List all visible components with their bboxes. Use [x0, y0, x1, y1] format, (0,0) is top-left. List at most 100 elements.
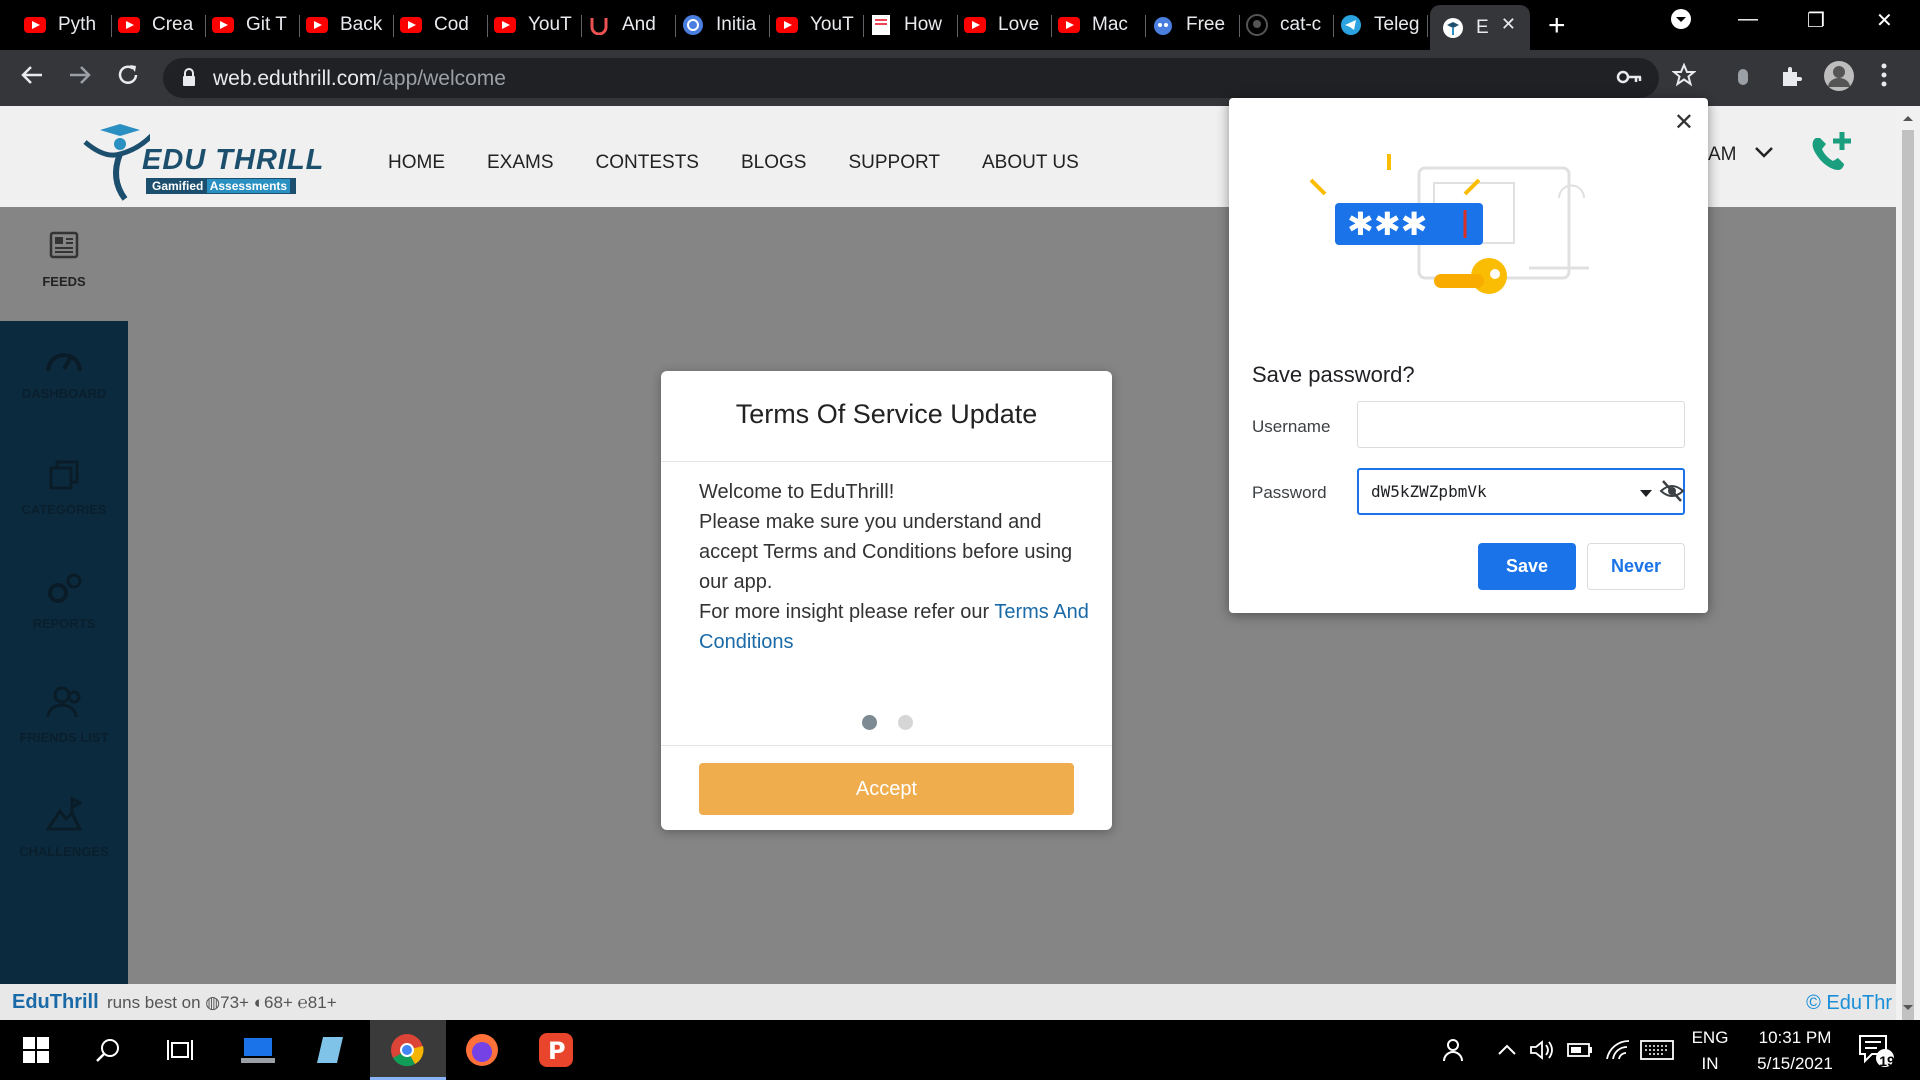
nav-home[interactable]: HOME	[388, 152, 445, 174]
keyboard-icon[interactable]	[1637, 1032, 1677, 1068]
user-menu-chevron-icon[interactable]	[1754, 146, 1774, 165]
browser-tab[interactable]: YouT	[488, 7, 582, 43]
browser-tab[interactable]: Initia	[676, 7, 770, 43]
close-window-button[interactable]: ✕	[1876, 8, 1893, 33]
browser-tab[interactable]: Teleg	[1334, 7, 1428, 43]
sidebar-item-dashboard[interactable]: DASHBOARD	[0, 345, 128, 401]
browser-tab[interactable]: Git T	[206, 7, 300, 43]
scrollbar-thumb[interactable]	[1902, 130, 1914, 1036]
reload-button[interactable]	[116, 63, 140, 94]
tab-search-icon[interactable]	[1670, 8, 1692, 36]
sidebar-feeds-area: FEEDS	[0, 207, 128, 321]
accept-button[interactable]: Accept	[699, 763, 1074, 815]
browser-tab[interactable]: Cod	[394, 7, 488, 43]
windows-start-icon[interactable]	[16, 1032, 56, 1068]
tab-label: Back	[340, 14, 383, 35]
more-menu-icon[interactable]	[1880, 62, 1888, 93]
password-dropdown-icon[interactable]	[1639, 486, 1653, 504]
modal-title: Terms Of Service Update	[735, 399, 1038, 429]
carousel-dot-active[interactable]	[862, 715, 877, 730]
browser-tab[interactable]: cat-c	[1240, 7, 1334, 43]
address-bar[interactable]: web.eduthrill.com/app/welcome	[163, 58, 1659, 98]
page-scrollbar[interactable]	[1896, 106, 1920, 1036]
browser-tab-strip: Pyth Crea Git T Back Cod YouT And Initia YouT How…	[0, 0, 1920, 50]
chrome-app-icon[interactable]	[387, 1032, 427, 1068]
eye-slash-icon[interactable]	[1659, 479, 1685, 508]
mountain-flag-icon	[45, 796, 84, 831]
sidebar-item-challenges[interactable]: CHALLENGES	[0, 796, 128, 859]
carousel-dot[interactable]	[898, 715, 913, 730]
terms-modal: Terms Of Service Update Welcome to EduTh…	[661, 371, 1112, 830]
telegram-icon	[1340, 14, 1362, 36]
nav-about-us[interactable]: ABOUT US	[982, 152, 1079, 174]
never-button[interactable]: Never	[1587, 543, 1685, 590]
browser-tab[interactable]: And	[582, 7, 676, 43]
firefox-icon: ◐	[253, 993, 264, 1012]
notepad-app-icon[interactable]	[310, 1032, 350, 1068]
youtube-icon	[118, 14, 140, 36]
forward-button[interactable]	[68, 63, 92, 94]
search-icon[interactable]	[88, 1032, 128, 1068]
browser-tab[interactable]: How	[864, 7, 958, 43]
psiphon-app-icon[interactable]: P	[536, 1032, 576, 1068]
volume-icon[interactable]	[1522, 1032, 1562, 1068]
puzzle-icon[interactable]	[1780, 64, 1804, 93]
scroll-down-icon[interactable]	[1896, 998, 1920, 1018]
edge-icon: ℮	[297, 993, 308, 1012]
scroll-up-icon[interactable]	[1896, 108, 1920, 128]
save-button[interactable]: Save	[1478, 543, 1576, 590]
clock[interactable]: 10:31 PM 5/15/2021	[1740, 1028, 1850, 1074]
youtube-icon	[964, 14, 986, 36]
firefox-app-icon[interactable]	[462, 1032, 502, 1068]
browser-tab[interactable]: Mac	[1052, 7, 1146, 43]
browser-tab[interactable]: Free	[1146, 7, 1240, 43]
nav-exams[interactable]: EXAMS	[487, 152, 554, 174]
password-field[interactable]	[1357, 468, 1685, 515]
battery-icon[interactable]	[1560, 1032, 1600, 1068]
tab-label: Pyth	[58, 14, 97, 35]
wifi-icon[interactable]	[1598, 1032, 1638, 1068]
modal-instruction-text: Please make sure you understand and acce…	[699, 511, 1073, 593]
url-text[interactable]: web.eduthrill.com/app/welcome	[213, 67, 506, 91]
phone-add-icon[interactable]	[1806, 130, 1854, 183]
key-icon[interactable]	[1616, 67, 1642, 92]
tab-active[interactable]: E ✕	[1430, 5, 1530, 50]
tab-label: Mac	[1092, 14, 1128, 35]
browser-tab[interactable]: Back	[300, 7, 394, 43]
username-field[interactable]	[1357, 401, 1685, 448]
bookmark-star-icon[interactable]	[1671, 62, 1697, 92]
sidebar-item-categories[interactable]: CATEGORIES	[0, 459, 128, 517]
tab-label: Initia	[716, 14, 757, 35]
tab-separator	[1427, 15, 1428, 37]
restore-button[interactable]: ❐	[1807, 8, 1825, 33]
browser-tab[interactable]: YouT	[770, 7, 864, 43]
language-indicator[interactable]: ENG IN	[1680, 1028, 1740, 1074]
profile-avatar[interactable]	[1823, 60, 1855, 97]
nav-support[interactable]: SUPPORT	[848, 152, 940, 174]
back-button[interactable]	[20, 63, 44, 94]
browser-tab[interactable]: Crea	[112, 7, 206, 43]
sidebar-item-reports[interactable]: REPORTS	[0, 571, 128, 631]
sidebar-item-feeds[interactable]: FEEDS	[0, 231, 128, 289]
eduthrill-logo[interactable]: EDU THRILL Gamified Assessments	[80, 124, 330, 201]
sidebar: DASHBOARD CATEGORIES REPORTS FRIENDS LIS…	[0, 321, 128, 984]
nav-contests[interactable]: CONTESTS	[596, 152, 699, 174]
extension-icon[interactable]	[1736, 65, 1750, 92]
tab-label: Crea	[152, 14, 194, 35]
user-name-fragment[interactable]: AM	[1708, 144, 1737, 166]
save-password-bubble: ✕ ✱✱✱ Save password? Username Password S…	[1229, 98, 1708, 613]
close-icon[interactable]: ✕	[1674, 108, 1694, 137]
sidebar-item-friends[interactable]: FRIENDS LIST	[0, 685, 128, 745]
sidebar-dashboard-label: DASHBOARD	[21, 386, 107, 401]
people-icon[interactable]	[1434, 1032, 1474, 1068]
tray-chevron-up-icon[interactable]	[1487, 1032, 1527, 1068]
nav-blogs[interactable]: BLOGS	[741, 152, 806, 174]
minimize-button[interactable]: —	[1738, 8, 1758, 31]
new-tab-button[interactable]: +	[1548, 9, 1566, 43]
browser-tab[interactable]: Love	[958, 7, 1052, 43]
browser-tab[interactable]: Pyth	[18, 7, 112, 43]
lock-icon[interactable]	[181, 67, 197, 92]
computer-app-icon[interactable]	[238, 1032, 278, 1068]
task-view-icon[interactable]	[160, 1032, 200, 1068]
close-tab-icon[interactable]: ✕	[1501, 14, 1516, 35]
